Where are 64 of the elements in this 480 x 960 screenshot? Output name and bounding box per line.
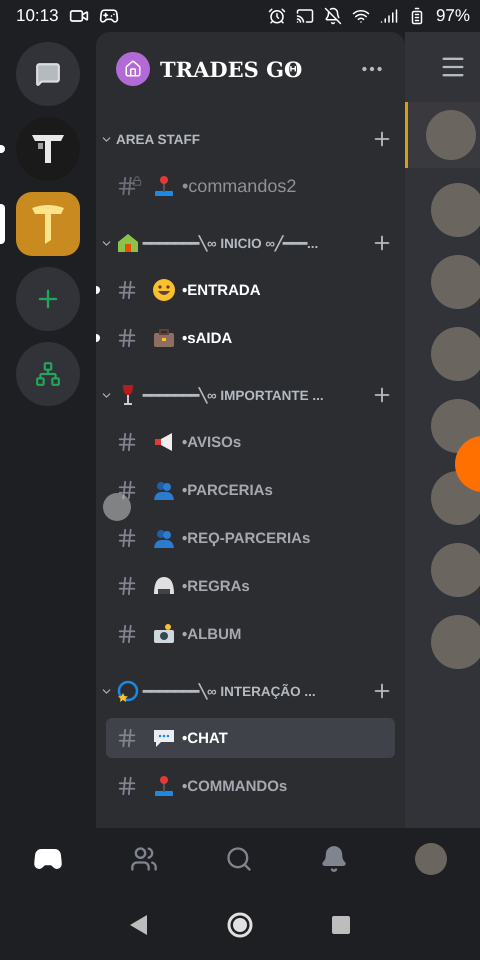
alarm-icon xyxy=(268,7,286,25)
home-icon xyxy=(226,911,254,939)
bell-off-icon xyxy=(324,7,342,25)
channel-name: •REϘ-PARCERIAs xyxy=(182,530,310,546)
channel-name: •REGRAs xyxy=(182,578,250,594)
hash-icon xyxy=(116,279,138,301)
friends-icon xyxy=(130,845,158,873)
channel-name: •commandos2 xyxy=(182,176,296,196)
battery-percent: 97% xyxy=(436,6,470,26)
comet-icon xyxy=(116,679,140,703)
channel-item[interactable]: •REϘ-PARCERIAs xyxy=(106,518,395,558)
hash-icon xyxy=(116,575,138,597)
briefcase-icon xyxy=(152,326,176,350)
signal-icon xyxy=(380,7,398,25)
hash-icon xyxy=(116,175,138,197)
server-button[interactable] xyxy=(16,192,80,256)
channel-item[interactable]: •COMMANDOs xyxy=(106,766,395,806)
hash-icon xyxy=(116,775,138,797)
server-name[interactable]: TRADES GΘ xyxy=(160,56,349,82)
category-name[interactable]: AREA STAFF xyxy=(116,132,368,146)
hash-icon xyxy=(116,623,138,645)
house-icon xyxy=(116,231,140,255)
channel-name: •COMMANDOs xyxy=(182,778,288,794)
channel-item[interactable]: •commandos2 xyxy=(106,166,395,206)
bell-icon xyxy=(320,845,348,873)
hash-icon xyxy=(116,431,138,453)
category-name[interactable]: ━━━━━━━╲∞ INTERAÇÃO ... xyxy=(143,683,368,699)
hash-icon xyxy=(116,527,138,549)
category-name[interactable]: ━━━━━━━╲∞ IMPORTANTE ... xyxy=(143,387,368,403)
channel-item[interactable]: •sAIDA xyxy=(106,318,395,358)
hash-icon xyxy=(116,727,138,749)
joystick-icon xyxy=(152,774,176,798)
avatar-icon[interactable] xyxy=(431,399,480,453)
smiley-icon xyxy=(152,278,176,302)
channel-name: •ALBUM xyxy=(182,626,242,642)
channel-name: •CHAT xyxy=(182,730,228,746)
search-icon xyxy=(224,845,253,873)
channel-item[interactable]: •CHAT xyxy=(106,718,395,758)
cast-icon xyxy=(296,7,314,25)
channel-name: •PARCERIAs xyxy=(182,482,273,498)
channel-item[interactable]: •PARCERIAs xyxy=(106,470,395,510)
channel-item[interactable]: •AVISOs xyxy=(106,422,395,462)
chat-bubble-icon xyxy=(35,61,61,87)
server-badge-icon xyxy=(116,52,150,86)
channel-item[interactable]: •ALBUM xyxy=(106,614,395,654)
channel-name: •AVISOs xyxy=(182,434,242,450)
avatar-icon xyxy=(414,843,447,875)
clock-time: 10:13 xyxy=(16,6,59,26)
highlighted-member[interactable] xyxy=(405,102,480,168)
avatar-icon xyxy=(426,110,476,160)
hash-icon xyxy=(116,327,138,349)
wifi-icon xyxy=(352,7,370,25)
category-name[interactable]: ━━━━━━━╲∞ INICIO ∞╱━━━... xyxy=(143,235,368,251)
touch-indicator xyxy=(103,493,131,521)
channel-item[interactable]: •REGRAs xyxy=(106,566,395,606)
channel-name: •sAIDA xyxy=(182,330,232,346)
channel-name: •ENTRADA xyxy=(182,282,261,298)
back-icon xyxy=(128,914,149,936)
hash-icon xyxy=(116,479,138,501)
square-icon xyxy=(331,915,352,935)
hierarchy-icon xyxy=(35,361,61,387)
joystick-icon xyxy=(152,174,176,198)
channel-item[interactable]: •ENTRADA xyxy=(106,270,395,310)
camera-icon xyxy=(152,622,176,646)
